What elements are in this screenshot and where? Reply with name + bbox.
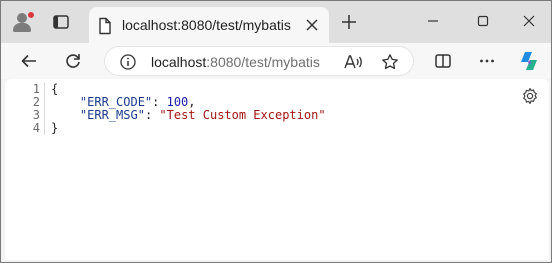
page-content: 1 { 2 "ERR_CODE": 100, 3 "ERR_MSG": "Tes… [5, 79, 549, 260]
tab-strip: localhost:8080/test/mybatis [1, 1, 551, 43]
json-viewer: 1 { 2 "ERR_CODE": 100, 3 "ERR_MSG": "Tes… [5, 83, 326, 135]
tab-title: localhost:8080/test/mybatis [122, 17, 291, 33]
close-brace: } [51, 121, 59, 135]
close-window-icon[interactable] [519, 11, 539, 31]
json-key: "ERR_CODE" [79, 95, 153, 109]
read-aloud-icon[interactable] [343, 53, 363, 76]
profile-head [17, 13, 27, 23]
more-options-icon[interactable] [477, 51, 497, 71]
json-colon: : [152, 95, 167, 109]
back-icon[interactable] [19, 51, 39, 71]
copilot-icon[interactable] [517, 49, 541, 73]
favorite-star-icon[interactable] [381, 53, 399, 76]
json-number-value: 100 [166, 95, 189, 109]
url-text[interactable]: localhost:8080/test/mybatis [151, 54, 320, 70]
new-tab-icon[interactable] [339, 12, 359, 37]
tab-actions-icon[interactable] [51, 12, 71, 32]
open-brace: { [51, 82, 59, 96]
json-key: "ERR_MSG" [79, 108, 145, 122]
gear-icon[interactable] [521, 87, 539, 110]
maximize-icon[interactable] [473, 11, 493, 31]
url-path: :8080/test/mybatis [206, 54, 320, 70]
minimize-icon[interactable] [423, 11, 443, 31]
json-string-value: "Test Custom Exception" [159, 108, 326, 122]
code-text: "ERR_MSG": "Test Custom Exception" [45, 109, 326, 122]
browser-window: localhost:8080/test/mybatis localhost:80… [0, 0, 552, 263]
json-comma: , [188, 95, 196, 109]
tab-active[interactable]: localhost:8080/test/mybatis [89, 7, 329, 43]
site-info-icon[interactable] [119, 53, 137, 76]
profile-avatar-icon[interactable] [11, 10, 35, 34]
tab-close-icon[interactable] [304, 17, 320, 38]
page-icon [97, 17, 113, 40]
refresh-icon[interactable] [63, 51, 83, 71]
json-colon: : [144, 108, 160, 122]
code-text: } [45, 122, 58, 135]
toolbar: localhost:8080/test/mybatis [1, 43, 551, 79]
url-host: localhost [151, 54, 207, 70]
code-line: 4 } [5, 122, 326, 135]
notification-dot [27, 11, 35, 19]
split-screen-icon[interactable] [433, 51, 453, 71]
address-bar[interactable]: localhost:8080/test/mybatis [104, 46, 414, 76]
profile-body [13, 23, 31, 32]
line-number: 4 [5, 122, 45, 135]
